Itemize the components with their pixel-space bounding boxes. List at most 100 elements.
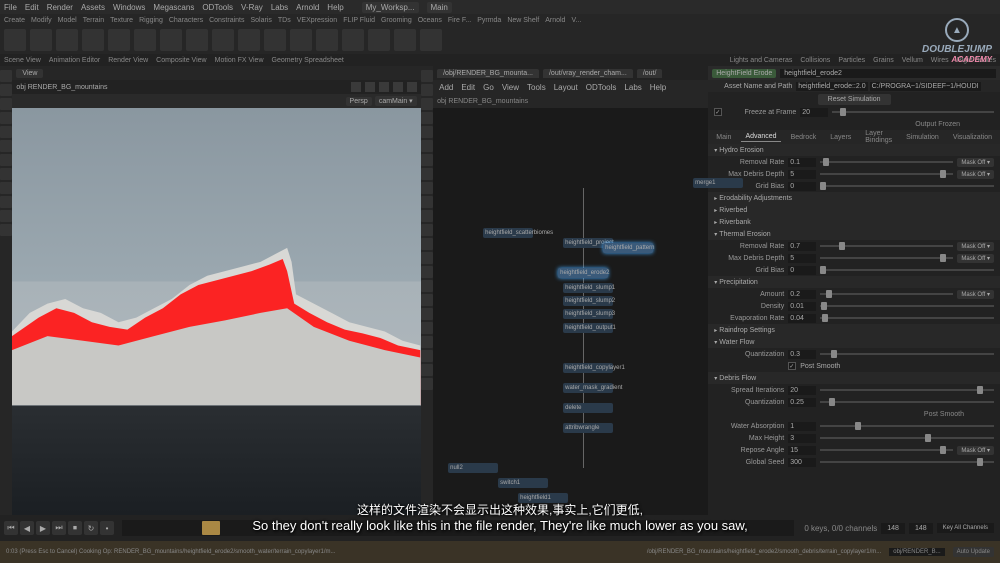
shelf-tool-icon[interactable] bbox=[290, 29, 312, 51]
network-node[interactable]: heightfield_copylayer1 bbox=[563, 363, 613, 373]
display-option-icon[interactable] bbox=[421, 266, 433, 278]
param-tab-bindings[interactable]: Layer Bindings bbox=[861, 129, 896, 145]
asset-path-field[interactable]: C:/PROGRA~1/SIDEEF~1/HOUDI bbox=[870, 82, 981, 91]
display-option-icon[interactable] bbox=[421, 364, 433, 376]
param-slider[interactable] bbox=[820, 269, 994, 271]
param-slider[interactable] bbox=[820, 293, 953, 295]
param-value-field[interactable]: 0.7 bbox=[788, 242, 816, 251]
param-value-field[interactable]: 3 bbox=[788, 434, 816, 443]
shelf-tool-icon[interactable] bbox=[212, 29, 234, 51]
display-option-icon[interactable] bbox=[421, 98, 433, 110]
param-tab-simulation[interactable]: Simulation bbox=[902, 133, 943, 142]
shelf-tool-icon[interactable] bbox=[238, 29, 260, 51]
tool-icon[interactable] bbox=[0, 154, 12, 166]
pane-tab[interactable]: Grains bbox=[873, 57, 894, 64]
pane-tab[interactable]: Geometry Spreadsheet bbox=[272, 57, 344, 64]
section-raindrop[interactable]: Raindrop Settings bbox=[708, 324, 1000, 336]
shelf-tab[interactable]: Constraints bbox=[209, 17, 244, 24]
shelf-tab[interactable]: New Shelf bbox=[507, 17, 539, 24]
desktop-selector[interactable]: My_Worksp... bbox=[362, 2, 419, 13]
camera-dropdown[interactable]: Persp bbox=[346, 97, 372, 106]
menu-edit[interactable]: Edit bbox=[25, 3, 39, 12]
network-node[interactable]: heightfield_slump3 bbox=[563, 309, 613, 319]
shelf-tool-icon[interactable] bbox=[342, 29, 364, 51]
network-node[interactable]: heightfield_slump2 bbox=[563, 296, 613, 306]
menu-arnold[interactable]: Arnold bbox=[296, 3, 319, 12]
network-node[interactable]: merge1 bbox=[693, 178, 743, 188]
display-option-icon[interactable] bbox=[421, 112, 433, 124]
scale-tool-icon[interactable] bbox=[0, 112, 12, 124]
viewport-tool-icon[interactable] bbox=[365, 82, 375, 92]
mask-dropdown[interactable]: Mask Off ▾ bbox=[957, 254, 994, 263]
display-option-icon[interactable] bbox=[421, 126, 433, 138]
play-forward-button[interactable]: ▶ bbox=[36, 521, 50, 535]
shelf-tab[interactable]: V... bbox=[571, 17, 581, 24]
param-slider[interactable] bbox=[820, 161, 953, 163]
param-slider[interactable] bbox=[820, 185, 994, 187]
param-tab-layers[interactable]: Layers bbox=[826, 133, 855, 142]
display-option-icon[interactable] bbox=[421, 252, 433, 264]
param-tab-advanced[interactable]: Advanced bbox=[741, 132, 780, 142]
display-option-icon[interactable] bbox=[421, 182, 433, 194]
shelf-tool-icon[interactable] bbox=[30, 29, 52, 51]
loop-button[interactable]: ↻ bbox=[84, 521, 98, 535]
shelf-tab[interactable]: Rigging bbox=[139, 17, 163, 24]
pane-tab[interactable]: Lights and Cameras bbox=[730, 57, 793, 64]
tool-icon[interactable] bbox=[0, 168, 12, 180]
first-frame-button[interactable]: ⏮ bbox=[4, 521, 18, 535]
param-value-field[interactable]: 20 bbox=[788, 386, 816, 395]
param-value-field[interactable]: 0.2 bbox=[788, 290, 816, 299]
net-menu-labs[interactable]: Labs bbox=[624, 83, 641, 92]
network-node[interactable]: switch1 bbox=[498, 478, 548, 488]
network-node[interactable]: heightfield_erode2 bbox=[558, 268, 608, 278]
shelf-tool-icon[interactable] bbox=[186, 29, 208, 51]
display-option-icon[interactable] bbox=[421, 294, 433, 306]
param-value-field[interactable]: 0 bbox=[788, 182, 816, 191]
shelf-tab[interactable]: Grooming bbox=[381, 17, 412, 24]
param-slider[interactable] bbox=[820, 353, 994, 355]
viewport-tool-icon[interactable] bbox=[393, 82, 403, 92]
shelf-tool-icon[interactable] bbox=[264, 29, 286, 51]
net-menu-layout[interactable]: Layout bbox=[554, 83, 578, 92]
section-riverbank[interactable]: Riverbank bbox=[708, 216, 1000, 228]
shelf-tab[interactable]: Modify bbox=[31, 17, 52, 24]
shelf-tab[interactable]: TDs bbox=[278, 17, 291, 24]
menu-vray[interactable]: V-Ray bbox=[241, 3, 263, 12]
mask-dropdown[interactable]: Mask Off ▾ bbox=[957, 290, 994, 299]
shelf-tab[interactable]: Fire F... bbox=[448, 17, 471, 24]
network-tab[interactable]: /obj/RENDER_BG_mounta... bbox=[437, 69, 539, 78]
pane-tab[interactable]: Motion FX View bbox=[215, 57, 264, 64]
display-option-icon[interactable] bbox=[421, 84, 433, 96]
shelf-tab[interactable]: Oceans bbox=[418, 17, 442, 24]
param-slider[interactable] bbox=[820, 389, 994, 391]
rotate-tool-icon[interactable] bbox=[0, 98, 12, 110]
param-value-field[interactable]: 300 bbox=[788, 458, 816, 467]
shelf-tab[interactable]: FLIP Fluid bbox=[343, 17, 375, 24]
display-option-icon[interactable] bbox=[421, 308, 433, 320]
end-frame-field[interactable]: 148 bbox=[909, 523, 933, 534]
display-option-icon[interactable] bbox=[421, 238, 433, 250]
param-value-field[interactable]: 5 bbox=[788, 170, 816, 179]
current-frame-field[interactable]: 148 bbox=[881, 523, 905, 534]
shelf-tab[interactable]: Pyrmda bbox=[477, 17, 501, 24]
tool-icon[interactable] bbox=[0, 182, 12, 194]
shelf-tab[interactable]: VEXpression bbox=[297, 17, 337, 24]
network-node[interactable]: water_mask_gradient bbox=[563, 383, 613, 393]
shelf-tab[interactable]: Solaris bbox=[250, 17, 271, 24]
status-path-field[interactable]: obj/RENDER_B... bbox=[889, 548, 944, 556]
param-slider[interactable] bbox=[820, 425, 994, 427]
display-option-icon[interactable] bbox=[421, 140, 433, 152]
move-tool-icon[interactable] bbox=[0, 84, 12, 96]
param-slider[interactable] bbox=[820, 173, 953, 175]
pane-tab[interactable]: Collisions bbox=[800, 57, 830, 64]
select-tool-icon[interactable] bbox=[0, 70, 12, 82]
network-tab[interactable]: /out/ bbox=[637, 69, 663, 78]
display-option-icon[interactable] bbox=[421, 70, 433, 82]
viewport-path[interactable]: obj RENDER_BG_mountains bbox=[16, 84, 107, 91]
menu-labs[interactable]: Labs bbox=[271, 3, 288, 12]
play-backward-button[interactable]: ◀ bbox=[20, 521, 34, 535]
param-slider[interactable] bbox=[820, 437, 994, 439]
tool-icon[interactable] bbox=[0, 126, 12, 138]
shelf-tab[interactable]: Arnold bbox=[545, 17, 565, 24]
tool-icon[interactable] bbox=[0, 210, 12, 222]
